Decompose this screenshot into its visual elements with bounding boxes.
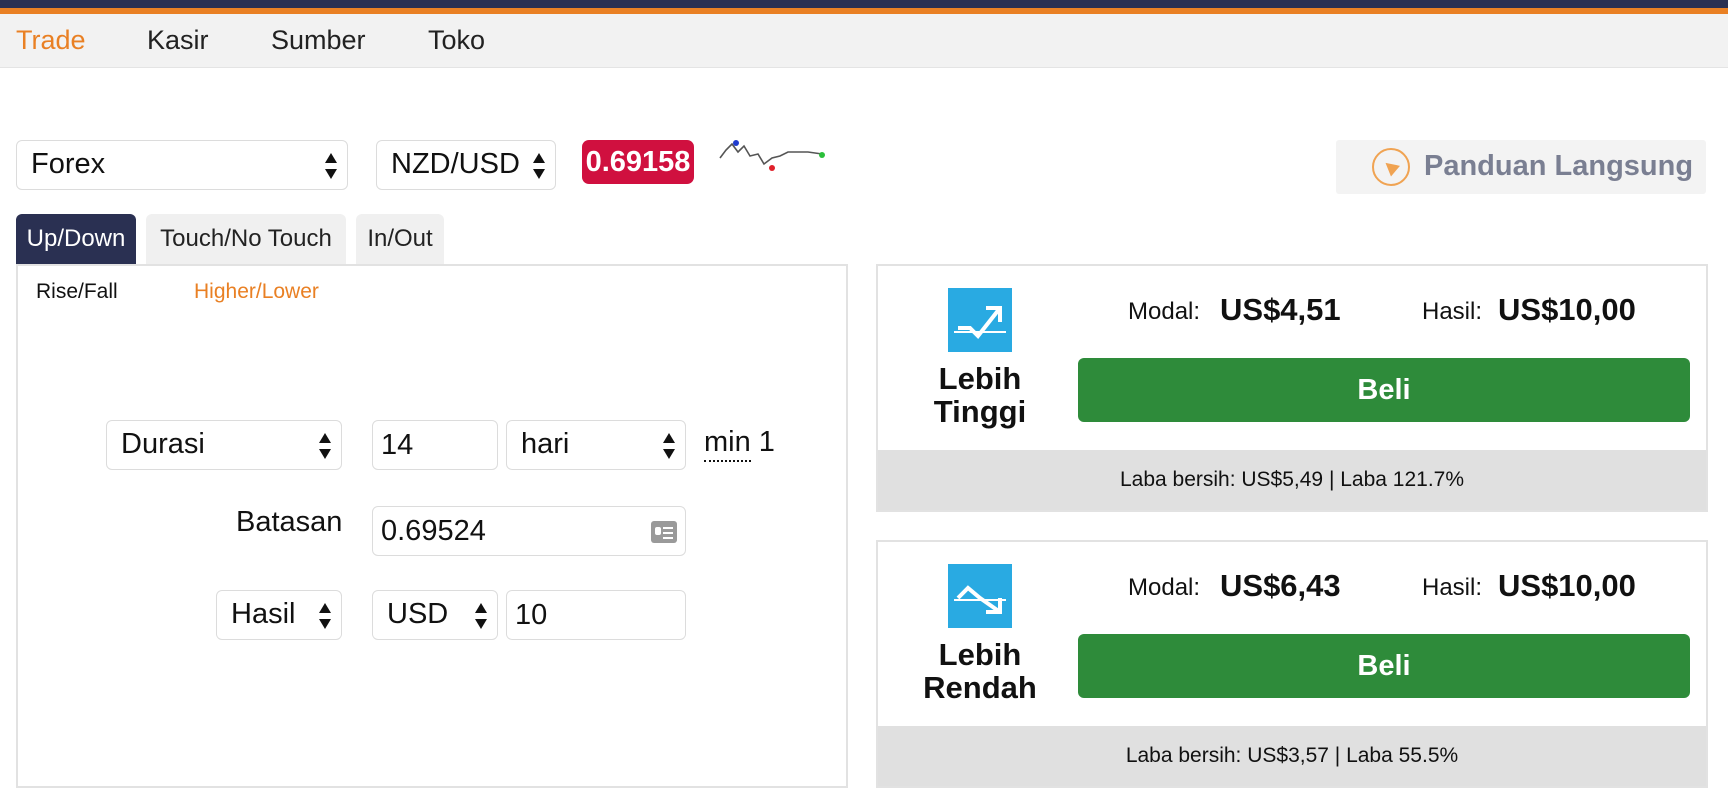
currency-select[interactable]: USD	[372, 590, 498, 640]
payout-type-value: Hasil	[231, 598, 296, 630]
duration-unit-value: hari	[521, 428, 570, 460]
amount-value: 10	[515, 599, 548, 631]
nav-item-sumber[interactable]: Sumber	[271, 24, 366, 56]
select-arrows-icon	[319, 433, 331, 459]
select-arrows-icon	[533, 153, 545, 179]
live-guide-button[interactable]: Panduan Langsung	[1336, 140, 1706, 194]
symbol-value: NZD/USD	[391, 148, 520, 180]
trend-down-icon	[948, 564, 1012, 628]
duration-value-input[interactable]: 14	[372, 420, 498, 470]
duration-value: 14	[381, 429, 414, 461]
lower-payout-label: Hasil:	[1422, 574, 1483, 601]
select-arrows-icon	[325, 153, 337, 179]
lower-title-line2: Rendah	[923, 670, 1037, 705]
payout-type-select[interactable]: Hasil	[216, 590, 342, 640]
higher-stake-label: Modal:	[1128, 298, 1201, 325]
select-arrows-icon	[663, 433, 675, 459]
lower-profit-summary: Laba bersih: US$3,57 | Laba 55.5%	[878, 726, 1706, 786]
amount-input[interactable]: 10	[506, 590, 686, 640]
minimum-value: 1	[758, 426, 775, 458]
duration-unit-select[interactable]: hari	[506, 420, 686, 470]
nav-item-kasir[interactable]: Kasir	[147, 24, 209, 56]
spot-price-badge: 0.69158	[582, 140, 694, 184]
price-sparkline-icon	[719, 140, 825, 171]
higher-card-body: Lebih Tinggi Modal: US$4,51 Hasil: US$10…	[878, 266, 1706, 450]
lower-stake-value: US$6,43	[1220, 568, 1341, 603]
higher-buy-button[interactable]: Beli	[1078, 358, 1690, 422]
higher-payout-label: Hasil:	[1422, 298, 1483, 325]
minimum-duration-hint: min 1	[704, 426, 775, 462]
lower-payout-value: US$10,00	[1498, 568, 1636, 603]
higher-stake-value: US$4,51	[1220, 292, 1341, 327]
nav-item-toko[interactable]: Toko	[428, 24, 485, 56]
select-arrows-icon	[319, 603, 331, 629]
barrier-label: Batasan	[236, 506, 343, 538]
market-category-value: Forex	[31, 148, 106, 180]
tab-touch-no-touch[interactable]: Touch/No Touch	[146, 214, 346, 264]
select-arrows-icon	[475, 603, 487, 629]
navigation-arrow-icon	[1372, 148, 1410, 186]
lower-contract-card: Lebih Rendah Modal: US$6,43 Hasil: US$10…	[876, 540, 1708, 788]
higher-title-line2: Tinggi	[933, 394, 1027, 429]
contact-card-icon[interactable]	[651, 521, 677, 543]
trend-up-icon	[948, 288, 1012, 352]
subtab-higher-lower[interactable]: Higher/Lower	[194, 280, 319, 304]
top-stripe	[0, 0, 1728, 8]
minimum-label: min	[704, 426, 751, 462]
lower-card-title: Lebih Rendah	[908, 638, 1052, 704]
duration-type-select[interactable]: Durasi	[106, 420, 342, 470]
higher-profit-summary: Laba bersih: US$5,49 | Laba 121.7%	[878, 450, 1706, 510]
tab-in-out[interactable]: In/Out	[356, 214, 444, 264]
symbol-select[interactable]: NZD/USD	[376, 140, 556, 190]
barrier-value: 0.69524	[381, 515, 486, 547]
higher-contract-card: Lebih Tinggi Modal: US$4,51 Hasil: US$10…	[876, 264, 1708, 512]
currency-value: USD	[387, 598, 449, 630]
higher-card-title: Lebih Tinggi	[908, 362, 1052, 428]
lower-card-body: Lebih Rendah Modal: US$6,43 Hasil: US$10…	[878, 542, 1706, 726]
lower-buy-button[interactable]: Beli	[1078, 634, 1690, 698]
higher-payout-value: US$10,00	[1498, 292, 1636, 327]
live-guide-label: Panduan Langsung	[1424, 150, 1694, 182]
contract-form-panel: Rise/Fall Higher/Lower Durasi 14 hari mi…	[16, 264, 848, 788]
market-category-select[interactable]: Forex	[16, 140, 348, 190]
nav-item-trade[interactable]: Trade	[16, 24, 86, 56]
main-nav: Trade Kasir Sumber Toko	[0, 14, 1728, 68]
higher-title-line1: Lebih	[938, 361, 1022, 396]
duration-type-value: Durasi	[121, 428, 205, 460]
subtab-rise-fall[interactable]: Rise/Fall	[36, 280, 118, 304]
lower-stake-label: Modal:	[1128, 574, 1201, 601]
lower-title-line1: Lebih	[938, 637, 1022, 672]
tab-up-down[interactable]: Up/Down	[16, 214, 136, 264]
barrier-input[interactable]: 0.69524	[372, 506, 686, 556]
